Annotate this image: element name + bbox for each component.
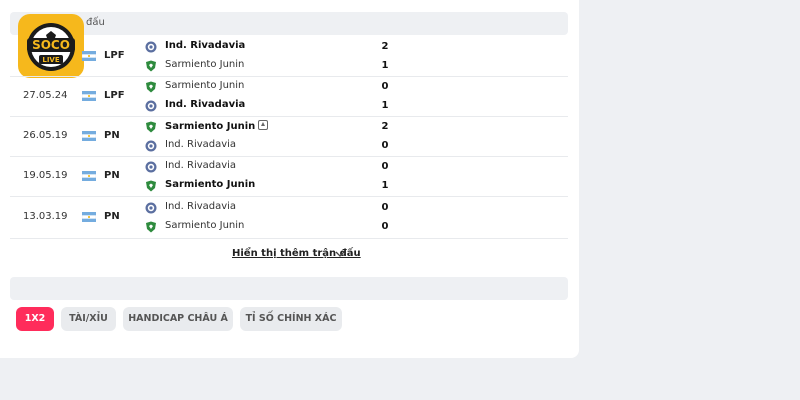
league-code: PN [104, 211, 120, 222]
rivadavia-crest-icon [145, 161, 157, 173]
argentina-flag-icon [82, 171, 96, 181]
argentina-flag-icon [82, 91, 96, 101]
home-team: Sarmiento Junin [145, 119, 405, 135]
rivadavia-crest-icon [145, 100, 157, 112]
sarmiento-crest-icon [146, 60, 156, 72]
league-code: PN [104, 170, 120, 181]
chevron-down-icon[interactable] [334, 249, 346, 259]
argentina-flag-icon [82, 51, 96, 61]
away-team: Sarmiento Junin [145, 219, 405, 235]
home-team: Ind. Rivadavia [145, 200, 405, 216]
promotion-icon [258, 120, 269, 130]
match-row[interactable]: LPF Ind. Rivadavia Sarmiento Junin 2 1 [10, 37, 568, 77]
match-row[interactable]: 19.05.19 PN Ind. Rivadavia Sarmiento Junin 0… [10, 157, 568, 197]
match-date: 19.05.19 [23, 170, 68, 181]
match-date: 27.05.24 [23, 90, 68, 101]
away-team-name: Sarmiento Junin [165, 59, 245, 70]
home-score: 0 [381, 202, 389, 213]
away-team-name: Ind. Rivadavia [165, 139, 237, 150]
odds-header [10, 277, 568, 300]
away-score: 1 [381, 60, 389, 71]
home-score: 2 [381, 121, 389, 132]
away-team: Sarmiento Junin [145, 178, 405, 194]
section-header: đấu [10, 12, 568, 35]
sarmiento-crest-icon [146, 81, 156, 93]
home-team-name: Sarmiento Junin [165, 120, 269, 132]
home-team: Sarmiento Junin [145, 79, 405, 95]
home-score: 0 [381, 161, 389, 172]
odds-tab[interactable]: 1X2 [16, 307, 54, 331]
sarmiento-crest-icon [146, 121, 156, 133]
home-score: 2 [381, 41, 389, 52]
home-team-name: Sarmiento Junin [165, 80, 245, 91]
league-code: PN [104, 130, 120, 141]
h2h-card: đấu SOCO LIVE LPF Ind. Rivadavia Sarmiento… [0, 0, 579, 358]
argentina-flag-icon [82, 131, 96, 141]
away-team-name: Sarmiento Junin [165, 220, 245, 231]
section-title: đấu [86, 17, 105, 28]
match-row[interactable]: 26.05.19 PN Sarmiento Junin Ind. Rivadavia 2… [10, 117, 568, 157]
away-team-name: Sarmiento Junin [165, 179, 256, 190]
rivadavia-crest-icon [145, 41, 157, 53]
rivadavia-crest-icon [145, 202, 157, 214]
away-score: 0 [381, 221, 389, 232]
argentina-flag-icon [82, 212, 96, 222]
away-score: 1 [381, 100, 389, 111]
rivadavia-crest-icon [145, 140, 157, 152]
home-score: 0 [381, 81, 389, 92]
away-team: Ind. Rivadavia [145, 138, 405, 154]
home-team-name: Ind. Rivadavia [165, 40, 246, 51]
home-team-name: Ind. Rivadavia [165, 201, 237, 212]
away-team: Sarmiento Junin [145, 58, 405, 74]
odds-tab[interactable]: HANDICAP CHÂU Á [123, 307, 233, 331]
sarmiento-crest-icon [146, 221, 156, 233]
home-team: Ind. Rivadavia [145, 159, 405, 175]
odds-tab[interactable]: TỈ SỐ CHÍNH XÁC [240, 307, 342, 331]
away-team: Ind. Rivadavia [145, 98, 405, 114]
sarmiento-crest-icon [146, 180, 156, 192]
away-score: 0 [381, 140, 389, 151]
match-row[interactable]: 13.03.19 PN Ind. Rivadavia Sarmiento Junin 0… [10, 198, 568, 239]
home-team: Ind. Rivadavia [145, 39, 405, 55]
home-team-name: Ind. Rivadavia [165, 160, 237, 171]
match-date: 13.03.19 [23, 211, 68, 222]
league-code: LPF [104, 50, 125, 61]
match-row[interactable]: 27.05.24 LPF Sarmiento Junin Ind. Rivadavia… [10, 77, 568, 117]
match-date: 26.05.19 [23, 130, 68, 141]
odds-tab[interactable]: TÀI/XỈU [61, 307, 116, 331]
away-team-name: Ind. Rivadavia [165, 99, 246, 110]
away-score: 1 [381, 180, 389, 191]
league-code: LPF [104, 90, 125, 101]
